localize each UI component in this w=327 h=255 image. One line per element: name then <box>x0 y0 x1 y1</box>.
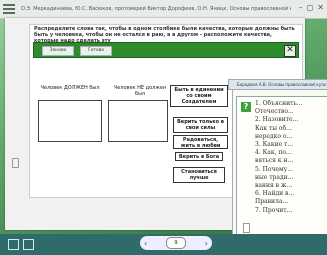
word-card[interactable]: Верить в Бога <box>175 152 223 161</box>
drop-zone-should[interactable] <box>38 100 102 142</box>
question-line: нередко о... <box>255 132 293 140</box>
restore-button[interactable]: ◻ <box>307 4 314 12</box>
question-line: Отечество... <box>255 108 294 116</box>
question-icon: ? <box>241 102 251 112</box>
second-window: ? 1. Объяснить... Отечество... 2. Назови… <box>232 90 327 236</box>
word-card[interactable]: Быть в единении со своим Создателем <box>170 85 228 107</box>
question-line: Как ты об... <box>255 124 292 132</box>
drop-zone-should-not[interactable] <box>108 100 168 142</box>
page-navigator: ‹ 9 › <box>140 236 212 250</box>
text-cursor-icon <box>12 158 19 168</box>
close-window-button[interactable]: ✕ <box>317 4 324 12</box>
question-list: 1. Объяснить... Отечество... 2. Назовите… <box>255 100 327 215</box>
minimize-button[interactable]: – <box>299 4 303 12</box>
question-line: 6. Найди в... <box>255 190 295 198</box>
window-titlebar: О.Э. Меркадинаева, Ю.С. Васюков, протоие… <box>0 0 327 19</box>
close-icon[interactable]: ✕ <box>284 45 296 57</box>
text-cursor-icon <box>243 223 250 233</box>
word-card[interactable]: Верить только в свои силы <box>173 117 228 133</box>
column-label-should-not: Человек НЕ должен был <box>113 85 167 97</box>
question-line: 1. Объяснить... <box>255 100 303 107</box>
done-button[interactable]: Готово <box>80 46 112 56</box>
task-instruction: Распределите слова так, чтобы в одном ст… <box>30 25 302 44</box>
prev-page-button[interactable]: ‹ <box>144 239 147 248</box>
question-line: вания в ж... <box>255 182 293 190</box>
list-view-icon[interactable] <box>23 239 34 250</box>
question-line: 2. Назовите... <box>255 116 299 124</box>
window-title: О.Э. Меркадинаева, Ю.С. Васюков, протоие… <box>21 6 291 12</box>
word-card[interactable]: Становиться лучше <box>173 167 225 183</box>
question-line: 3. Какие т... <box>255 141 294 149</box>
second-window-title[interactable]: Бородина А.В. Основы православной культу… <box>228 79 327 90</box>
page-number[interactable]: 9 <box>166 237 186 249</box>
question-line: 5. Почему... <box>255 165 293 173</box>
question-line: Правила... <box>255 198 289 206</box>
menu-icon[interactable] <box>3 4 15 14</box>
task-toolbar: Заново Готово ✕ <box>33 42 299 58</box>
question-line: ные тради... <box>255 173 294 181</box>
question-line: 7. Прочит... <box>255 206 293 214</box>
question-line: вяться к н... <box>255 157 294 165</box>
reset-button[interactable]: Заново <box>42 46 74 56</box>
next-page-button[interactable]: › <box>205 239 208 248</box>
word-card[interactable]: Радоваться, жить в любви <box>173 135 228 149</box>
column-label-should: Человек ДОЛЖЕН был <box>40 85 100 91</box>
question-line: 4. Как, по... <box>255 149 292 157</box>
grid-view-icon[interactable] <box>8 239 19 250</box>
